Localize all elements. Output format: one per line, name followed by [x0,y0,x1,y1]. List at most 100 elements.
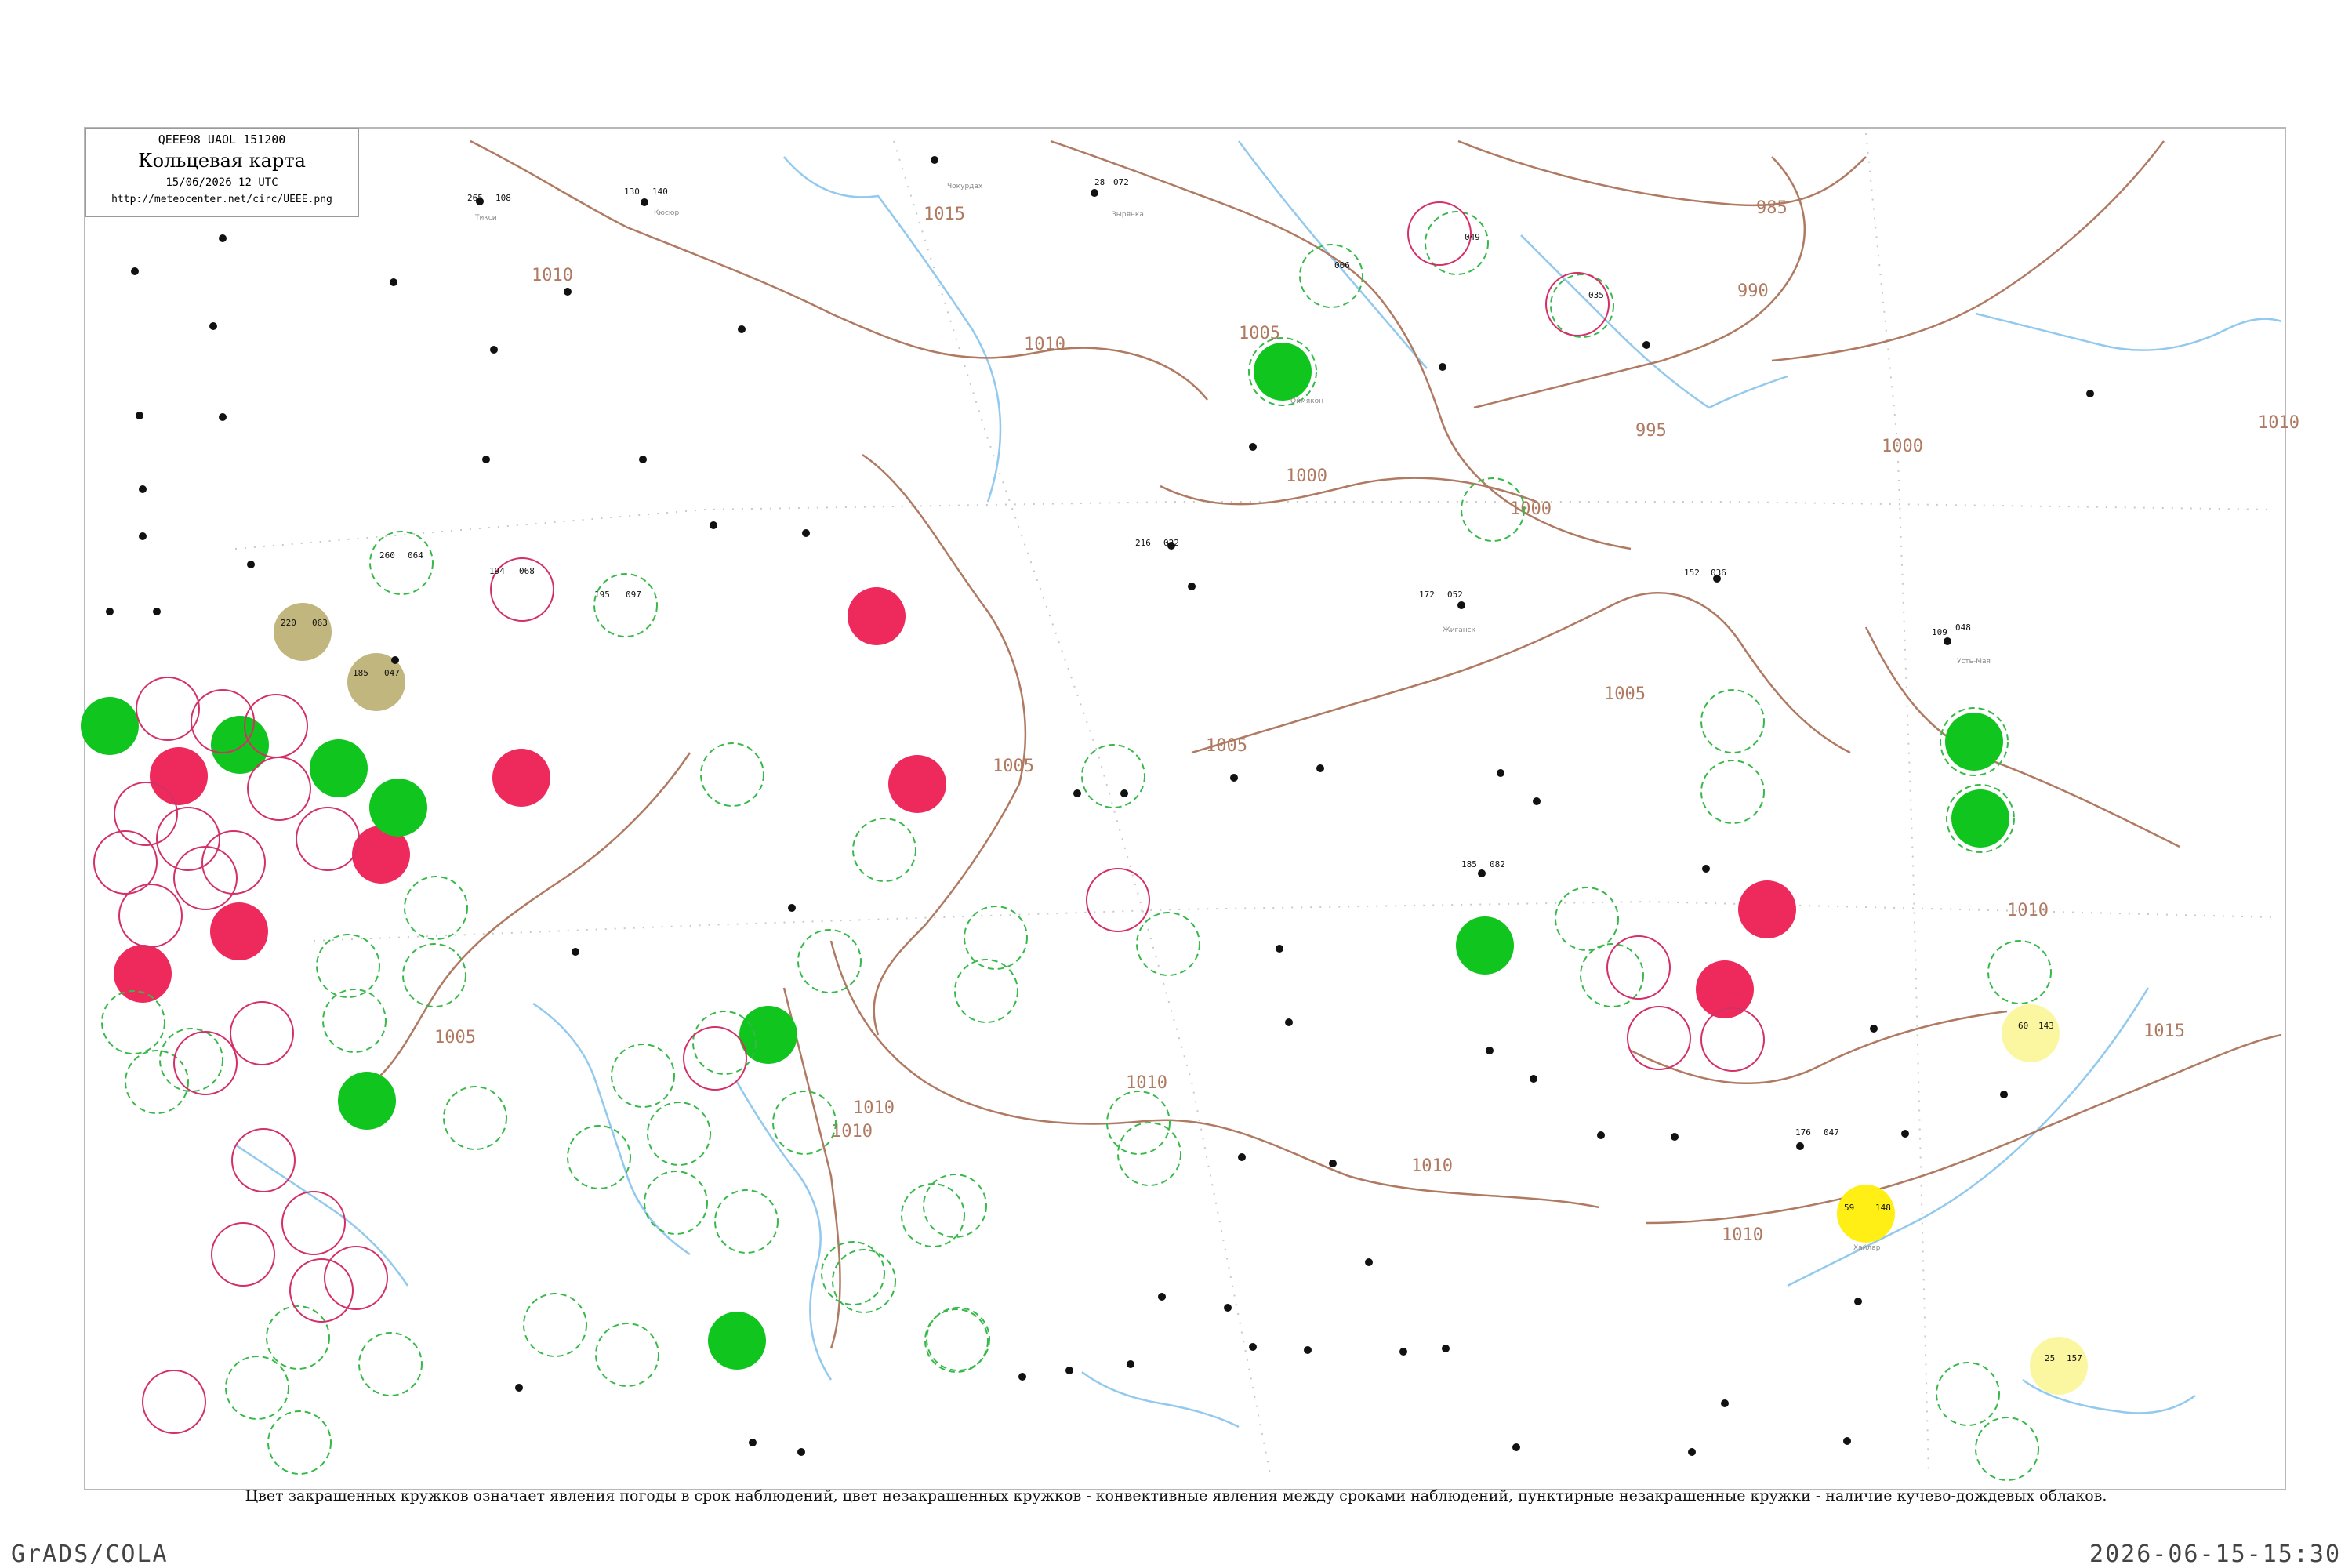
conv-ring [1086,868,1150,932]
station-pres: 006 [1334,260,1350,270]
station-circle-rain [492,749,550,807]
cb-ring [1580,943,1644,1007]
station-name: Чокурдах [947,183,983,191]
isobar-label-985: 985 [1756,198,1788,218]
station-temp: 28 [1094,177,1105,187]
conv-ring [173,846,238,910]
cb-ring [852,818,916,882]
isobar-label-1005b: 1005 [993,757,1034,776]
station-pres: 047 [384,668,400,678]
isobar-label-1000c: 1000 [1510,499,1552,519]
cb-ring [1136,912,1200,976]
station-pres: 063 [312,618,328,628]
conv-ring [211,1222,275,1287]
cb-ring [954,959,1018,1023]
isobar-label-1010f: 1010 [1722,1225,1763,1245]
cb-ring [1700,760,1765,824]
station-names: Тикси Кюсюр Чокурдах Зырянка Оймякон Хай… [474,183,1991,1252]
map-datetime: 15/06/2026 12 UTC [165,176,278,189]
isobar-label-1010d: 1010 [1126,1073,1167,1093]
station-circle-haze [1837,1185,1895,1243]
footer-credit: GrADS/COLA [11,1541,169,1568]
conv-ring [289,1258,354,1323]
station-pres: 148 [1875,1203,1891,1213]
conv-ring [201,830,266,895]
footer-timestamp: 2026-06-15-15:30 [2089,1541,2341,1568]
station-circle-tstorm [1951,789,2009,848]
station-circle-dust [274,603,332,661]
cb-ring [797,929,862,993]
station-pres: 036 [1711,568,1726,578]
station-circle-lighthaze [2002,1004,2060,1062]
station-name: Усть-Мая [1957,658,1991,666]
cb-ring [322,989,387,1053]
cb-ring [316,934,380,998]
station-circle-rain [150,747,208,805]
isobar-label-1010e: 1010 [1411,1156,1453,1176]
station-circle-tstorm [708,1312,766,1370]
station-pres: 097 [626,590,641,600]
station-temp: 172 [1419,590,1435,600]
station-pres: 082 [1490,859,1505,869]
cb-ring [595,1323,659,1387]
station-temp: 109 [1932,627,1947,637]
cb-ring [159,1028,223,1092]
isobar-labels: 985 990 995 1000 1000 1000 1005 1005 100… [434,198,2299,1245]
cb-ring [358,1332,423,1396]
weather-map: 985 990 995 1000 1000 1000 1005 1005 100… [81,127,2299,1490]
conv-ring [114,782,178,846]
station-name: Оймякон [1290,397,1323,405]
station-circle-tstorm [369,779,427,837]
isobar-label-1000b: 1000 [1286,466,1327,486]
station-pres: 035 [1588,290,1604,300]
isobar-label-1010i: 1010 [2258,413,2299,433]
station-pres: 048 [1955,622,1971,633]
station-name: Тикси [474,214,497,222]
cb-ring [611,1044,675,1108]
station-pres: 143 [2038,1021,2054,1031]
isobar-label-1010: 1010 [532,266,573,285]
station-circle-rain [1738,880,1796,938]
cb-ring [402,943,466,1007]
cb-ring [700,742,764,807]
station-circle-tstorm [1456,916,1514,975]
conv-ring [1627,1006,1691,1070]
station-temp: 59 [1844,1203,1854,1213]
isobar-label-1010g: 1010 [2007,901,2049,920]
isobar-label-1010c: 1010 [853,1098,895,1118]
cb-ring [832,1249,896,1313]
cb-ring [901,1183,965,1247]
station-circle-rain [114,945,172,1003]
station-circle-tstorm [1254,343,1312,401]
cb-ring [593,573,658,637]
station-circle-tstorm [211,716,269,774]
cb-ring [369,531,434,595]
station-name: Хайлар [1853,1244,1881,1252]
station-pres: 068 [519,566,535,576]
conv-ring [136,677,200,741]
isobar-label-1010h: 1010 [831,1122,873,1142]
cb-ring [714,1189,779,1254]
station-pres: 072 [1113,177,1129,187]
map-title-box: QEEE98 UAOL 151200 Кольцевая карта 15/06… [85,128,359,217]
isobar-label-990: 990 [1737,281,1769,301]
isobar-label-995: 995 [1635,421,1667,441]
conv-ring [683,1026,747,1091]
station-pres: 052 [1447,590,1463,600]
conv-ring [156,807,220,871]
cb-ring [1975,1417,2039,1481]
conv-ring [281,1191,346,1255]
isobar-label-1015: 1015 [924,205,965,224]
station-circle-tstorm [1945,713,2003,771]
cb-ring [443,1086,507,1150]
cb-ring [1555,887,1619,951]
station-circle-lighthaze [2030,1337,2088,1395]
conv-ring [1545,272,1610,336]
isobar-label-1000: 1000 [1882,437,1923,456]
station-name: Зырянка [1112,211,1144,219]
cb-ring [225,1356,289,1420]
cb-ring [267,1410,332,1475]
station-name: Кюсюр [654,209,679,217]
cb-ring [964,906,1028,970]
conv-ring [118,884,183,948]
